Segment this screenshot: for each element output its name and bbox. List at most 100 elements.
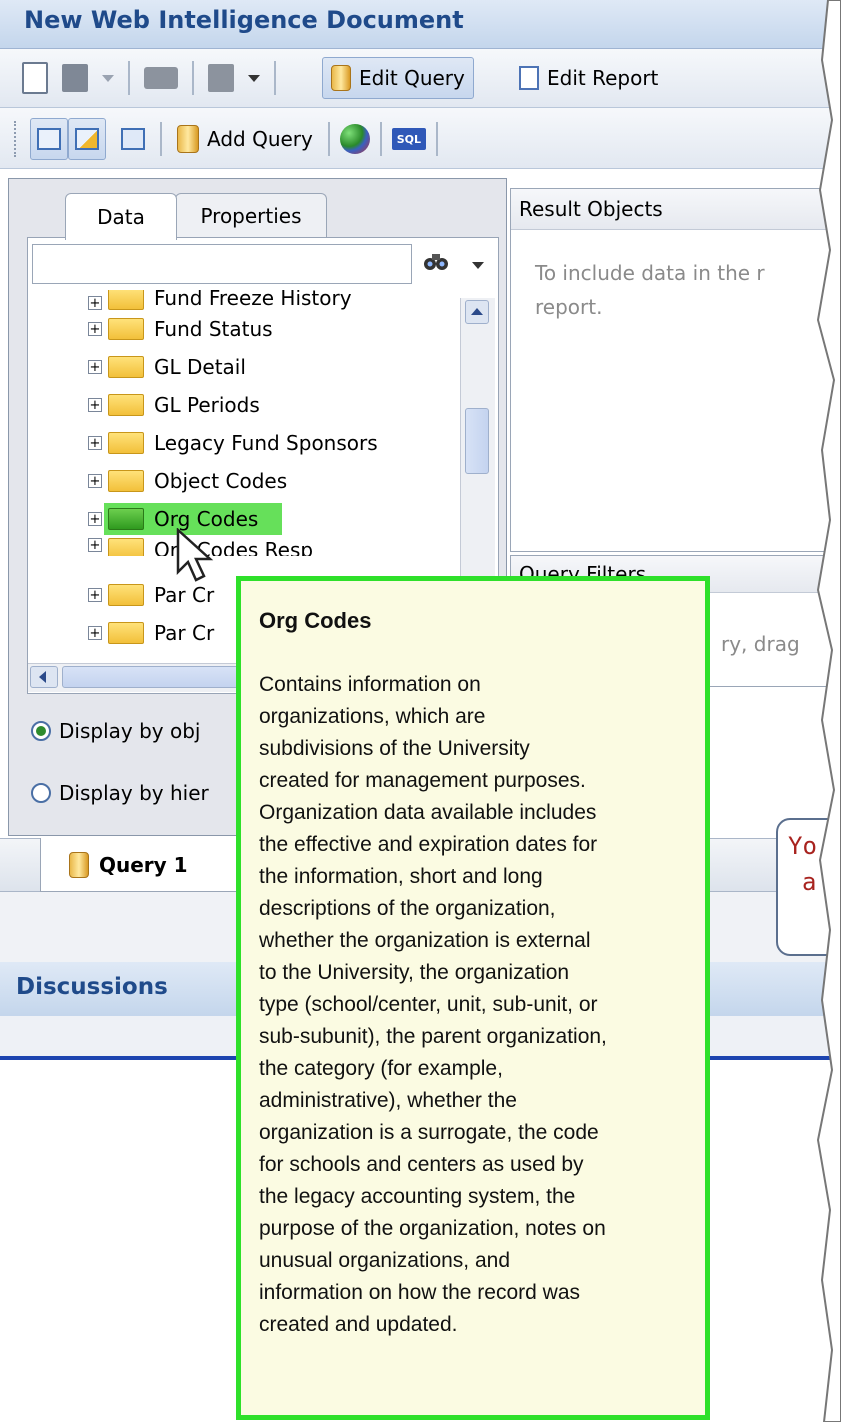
tab-data[interactable]: Data <box>65 193 177 240</box>
tree-item-label: Object Codes <box>154 469 288 493</box>
display-by-hierarchy-label: Display by hier <box>59 781 209 805</box>
window-title: New Web Intelligence Document <box>24 6 464 34</box>
tooltip-line: Contains information on <box>259 673 481 696</box>
query-tab-label: Query 1 <box>99 852 188 877</box>
toolbar-separator <box>379 122 382 156</box>
folder-icon <box>108 318 144 340</box>
manage-queries-button[interactable] <box>30 118 68 160</box>
tree-item[interactable]: + Legacy Fund Sponsors <box>88 424 378 462</box>
scroll-left-icon[interactable] <box>30 666 58 688</box>
edit-query-label: Edit Query <box>359 66 465 90</box>
tab-properties[interactable]: Properties <box>175 193 327 238</box>
tree-item-label: GL Detail <box>154 355 246 379</box>
tooltip-line: descriptions of the organization, <box>259 897 556 920</box>
result-objects-header: Result Objects <box>511 189 841 230</box>
panel-layout-icon <box>37 128 61 150</box>
result-objects-title: Result Objects <box>519 197 663 221</box>
expand-icon[interactable]: + <box>88 322 102 336</box>
tooltip-line: administrative), whether the <box>259 1089 517 1112</box>
tree-item-label: Fund Status <box>154 317 273 341</box>
scroll-thumb[interactable] <box>465 408 489 474</box>
data-preview-button[interactable] <box>116 118 150 160</box>
expand-icon[interactable]: + <box>88 296 102 310</box>
find-dropdown-icon[interactable] <box>472 262 484 269</box>
display-by-object-radio[interactable] <box>31 721 51 741</box>
folder-icon <box>108 470 144 492</box>
tree-item[interactable]: + Fund Freeze History <box>88 290 352 310</box>
expand-icon[interactable]: + <box>88 436 102 450</box>
toolbar-separator <box>192 61 194 95</box>
new-document-icon[interactable] <box>22 62 48 94</box>
folder-icon <box>108 394 144 416</box>
add-query-label: Add Query <box>207 127 313 151</box>
expand-icon[interactable]: + <box>88 474 102 488</box>
tree-item[interactable]: + Object Codes <box>88 462 287 500</box>
tree-item[interactable]: + GL Detail <box>88 348 246 386</box>
result-objects-hint-2: report. <box>535 295 603 319</box>
tooltip-line: sub-subunit), the parent organization, <box>259 1025 607 1048</box>
result-objects-panel[interactable]: Result Objects To include data in the r … <box>510 188 841 552</box>
tooltip-line: unusual organizations, and <box>259 1249 511 1272</box>
expand-icon[interactable]: + <box>88 360 102 374</box>
folder-icon <box>108 538 144 556</box>
display-by-hierarchy-option[interactable]: Display by hier <box>31 781 209 805</box>
scroll-up-icon[interactable] <box>465 300 489 324</box>
edit-report-button[interactable]: Edit Report <box>510 57 667 99</box>
tooltip-line: to the University, the organization <box>259 961 570 984</box>
search-input[interactable] <box>32 244 412 284</box>
tree-item[interactable]: + GL Periods <box>88 386 260 424</box>
sql-button[interactable]: SQL <box>391 128 426 150</box>
toolbar-grip <box>14 121 20 157</box>
tooltip-line: the information, short and long <box>259 865 543 888</box>
query-toolbar: Add Query SQL <box>0 108 841 169</box>
result-objects-hint: To include data in the r <box>535 261 765 285</box>
discussions-title: Discussions <box>16 974 168 1000</box>
display-by-object-label: Display by obj <box>59 719 201 743</box>
toolbar-separator <box>160 122 162 156</box>
tooltip-line: type (school/center, unit, sub-unit, or <box>259 993 598 1016</box>
add-query-button[interactable]: Add Query <box>172 118 318 160</box>
filter-panel-button[interactable] <box>68 118 106 160</box>
expand-icon[interactable]: + <box>88 398 102 412</box>
edit-query-button[interactable]: Edit Query <box>322 57 474 99</box>
save-icon[interactable] <box>62 64 88 92</box>
display-by-hierarchy-radio[interactable] <box>31 783 51 803</box>
save-dropdown-icon[interactable] <box>102 74 114 82</box>
torn-edge-decoration <box>816 0 841 1422</box>
edit-report-label: Edit Report <box>547 66 659 90</box>
query-cylinder-icon <box>69 851 89 878</box>
expand-icon[interactable]: + <box>88 538 102 552</box>
tooltip-line: the effective and expiration dates for <box>259 833 598 856</box>
folder-icon <box>108 432 144 454</box>
view-dropdown-icon[interactable] <box>248 74 260 82</box>
report-icon <box>519 66 539 90</box>
tooltip-line: Organization data available includes <box>259 801 597 824</box>
tooltip-line: created and updated. <box>259 1313 458 1336</box>
toolbar-separator <box>128 61 130 95</box>
folder-icon <box>108 508 144 530</box>
tab-data-label: Data <box>97 205 145 229</box>
query-filters-hint: ry, drag <box>721 632 800 656</box>
find-binoculars-icon[interactable] <box>423 250 449 272</box>
mouse-pointer-icon <box>176 527 216 593</box>
view-icon[interactable] <box>208 64 234 92</box>
expand-icon[interactable]: + <box>88 588 102 602</box>
expand-icon[interactable]: + <box>88 512 102 526</box>
tree-item[interactable]: + Fund Status <box>88 310 273 348</box>
expand-icon[interactable]: + <box>88 626 102 640</box>
tooltip-line: organization is a surrogate, the code <box>259 1121 599 1144</box>
toolbar-separator <box>435 122 438 156</box>
print-icon[interactable] <box>144 67 178 89</box>
main-toolbar: Edit Query Edit Report <box>0 49 841 108</box>
tooltip-line: subdivisions of the University <box>259 737 530 760</box>
combined-query-icon[interactable] <box>339 124 370 154</box>
folder-icon <box>108 356 144 378</box>
tooltip-line: created for management purposes. <box>259 769 586 792</box>
data-preview-icon <box>121 128 145 150</box>
tooltip-line: purpose of the organization, notes on <box>259 1217 606 1240</box>
tooltip-line: for schools and centers as used by <box>259 1153 584 1176</box>
tree-item[interactable]: + Par Cr <box>88 614 214 652</box>
window-title-bar: New Web Intelligence Document <box>0 0 841 49</box>
display-by-object-option[interactable]: Display by obj <box>31 719 200 743</box>
query-cylinder-icon <box>331 65 351 91</box>
